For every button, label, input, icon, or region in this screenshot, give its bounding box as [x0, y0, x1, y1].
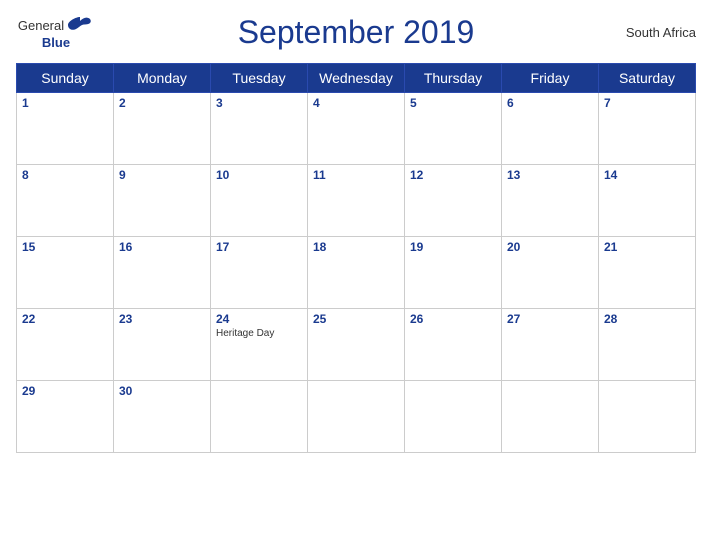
- calendar-cell: 21: [599, 237, 696, 309]
- calendar-cell: 8: [17, 165, 114, 237]
- calendar-cell: 14: [599, 165, 696, 237]
- calendar-cell: 22: [17, 309, 114, 381]
- day-number: 27: [507, 312, 593, 326]
- weekday-header-tuesday: Tuesday: [211, 64, 308, 93]
- week-row-2: 89 10 11 12 13 14: [17, 165, 696, 237]
- calendar-cell: 19: [405, 237, 502, 309]
- calendar-cell: 5: [405, 93, 502, 165]
- calendar-grid: SundayMondayTuesdayWednesdayThursdayFrid…: [16, 63, 696, 453]
- logo-bird-icon: [66, 15, 94, 35]
- weekday-header-friday: Friday: [502, 64, 599, 93]
- day-number: 24: [216, 312, 302, 326]
- week-row-4: 22 23 24 Heritage Day 25 26 27 28: [17, 309, 696, 381]
- calendar-cell: 10: [211, 165, 308, 237]
- calendar-cell: 1: [17, 93, 114, 165]
- day-number: 26: [410, 312, 496, 326]
- calendar-cell: [308, 381, 405, 453]
- calendar-cell: 20: [502, 237, 599, 309]
- week-row-3: 15 16 17 18 19 20 21: [17, 237, 696, 309]
- calendar-cell: 6: [502, 93, 599, 165]
- calendar-cell: 18: [308, 237, 405, 309]
- day-number: 2: [119, 96, 205, 110]
- day-number: 17: [216, 240, 302, 254]
- day-number: 21: [604, 240, 690, 254]
- calendar-cell: 2: [114, 93, 211, 165]
- day-number: 4: [313, 96, 399, 110]
- calendar-cell: 11: [308, 165, 405, 237]
- calendar-cell: 27: [502, 309, 599, 381]
- calendar-cell: [405, 381, 502, 453]
- day-number: 7: [604, 96, 690, 110]
- week-row-5: 29 30: [17, 381, 696, 453]
- day-number: 28: [604, 312, 690, 326]
- day-number: 16: [119, 240, 205, 254]
- day-number: 6: [507, 96, 593, 110]
- day-number: 5: [410, 96, 496, 110]
- calendar-cell: 25: [308, 309, 405, 381]
- weekday-header-thursday: Thursday: [405, 64, 502, 93]
- calendar-cell: 13: [502, 165, 599, 237]
- calendar-cell: [599, 381, 696, 453]
- day-number: 9: [119, 168, 205, 182]
- calendar-cell: 3: [211, 93, 308, 165]
- calendar-cell: 4: [308, 93, 405, 165]
- calendar-cell: 9: [114, 165, 211, 237]
- day-number: 14: [604, 168, 690, 182]
- day-number: 12: [410, 168, 496, 182]
- day-number: 1: [22, 96, 108, 110]
- day-number: 3: [216, 96, 302, 110]
- weekday-header-saturday: Saturday: [599, 64, 696, 93]
- calendar-cell: 12: [405, 165, 502, 237]
- calendar-cell: [502, 381, 599, 453]
- day-number: 15: [22, 240, 108, 254]
- logo-area: General Blue: [16, 15, 96, 50]
- day-number: 30: [119, 384, 205, 398]
- day-number: 8: [22, 168, 108, 182]
- weekday-header-row: SundayMondayTuesdayWednesdayThursdayFrid…: [17, 64, 696, 93]
- calendar-cell: 16: [114, 237, 211, 309]
- calendar-cell: 29: [17, 381, 114, 453]
- calendar-cell: 23: [114, 309, 211, 381]
- calendar-container: General Blue September 2019 South Africa…: [0, 0, 712, 550]
- calendar-cell: 24 Heritage Day: [211, 309, 308, 381]
- calendar-title: September 2019: [96, 14, 616, 51]
- calendar-cell: 30: [114, 381, 211, 453]
- weekday-header-monday: Monday: [114, 64, 211, 93]
- calendar-cell: 28: [599, 309, 696, 381]
- day-number: 11: [313, 168, 399, 182]
- day-number: 13: [507, 168, 593, 182]
- day-number: 23: [119, 312, 205, 326]
- calendar-cell: [211, 381, 308, 453]
- calendar-cell: 26: [405, 309, 502, 381]
- logo-blue-text: Blue: [42, 35, 70, 50]
- day-number: 25: [313, 312, 399, 326]
- country-label: South Africa: [616, 25, 696, 40]
- day-number: 18: [313, 240, 399, 254]
- day-number: 19: [410, 240, 496, 254]
- logo-general-text: General: [18, 18, 64, 33]
- day-number: 20: [507, 240, 593, 254]
- calendar-header: General Blue September 2019 South Africa: [16, 10, 696, 55]
- day-number: 10: [216, 168, 302, 182]
- weekday-header-sunday: Sunday: [17, 64, 114, 93]
- event-label: Heritage Day: [216, 328, 302, 339]
- day-number: 29: [22, 384, 108, 398]
- calendar-cell: 7: [599, 93, 696, 165]
- weekday-header-wednesday: Wednesday: [308, 64, 405, 93]
- day-number: 22: [22, 312, 108, 326]
- calendar-cell: 17: [211, 237, 308, 309]
- week-row-1: 1234567: [17, 93, 696, 165]
- calendar-cell: 15: [17, 237, 114, 309]
